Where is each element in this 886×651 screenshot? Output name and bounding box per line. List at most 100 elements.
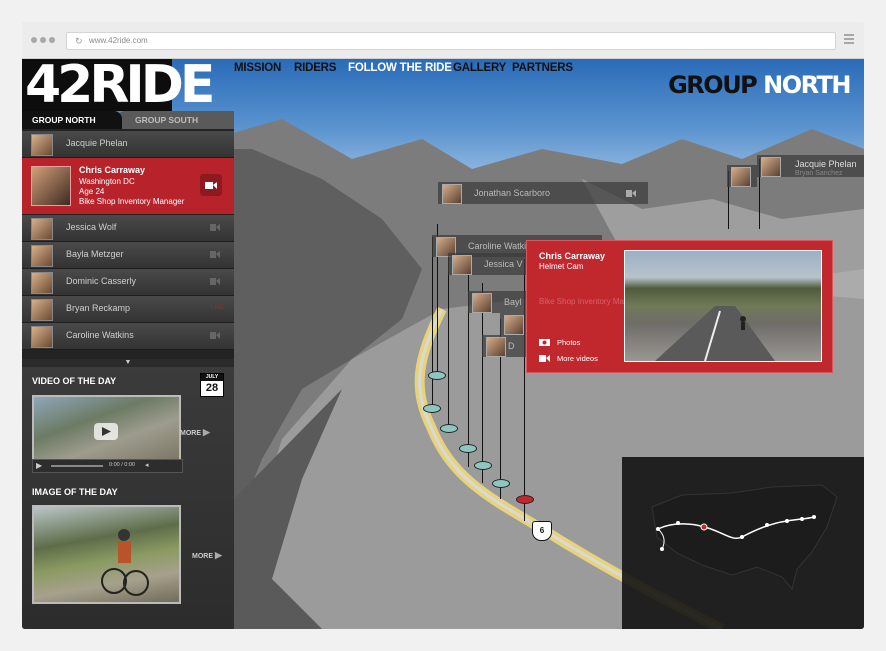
rider-marker[interactable] xyxy=(459,444,477,453)
selected-rider-job: Bike Shop Inventory Manager xyxy=(79,197,185,206)
browser-window: ↻ www.42ride.com 42RIDE MISSION RIDERS F… xyxy=(22,22,864,629)
more-label: MORE xyxy=(180,430,201,437)
map-flag[interactable] xyxy=(727,165,757,187)
rider-row-selected[interactable]: Chris Carraway Washington DC Age 24 Bike… xyxy=(22,158,234,214)
avatar xyxy=(31,218,53,240)
address-bar[interactable]: ↻ www.42ride.com xyxy=(66,32,836,50)
avatar xyxy=(472,293,492,313)
tab-group-north[interactable]: GROUP NORTH xyxy=(22,111,122,129)
arrow-right-icon: ▶ xyxy=(202,427,210,437)
video-camera-icon[interactable] xyxy=(626,190,636,197)
us-map xyxy=(651,484,838,591)
video-camera-icon[interactable] xyxy=(210,224,220,231)
video-player-controls[interactable]: ▶ 0:00 / 0:00 ◂ xyxy=(32,459,183,473)
nav-mission[interactable]: MISSION xyxy=(234,62,281,74)
camera-icon[interactable] xyxy=(539,338,550,346)
scroll-down-icon[interactable]: ▼ xyxy=(22,359,234,367)
group-tabs: GROUP SOUTH GROUP NORTH xyxy=(22,111,234,129)
video-camera-icon[interactable] xyxy=(210,251,220,258)
avatar xyxy=(731,167,751,187)
rider-name: Caroline Watkins xyxy=(66,330,134,340)
video-camera-icon[interactable] xyxy=(210,332,220,339)
rider-list: Jacquie Phelan Chris Carraway Washington… xyxy=(22,129,234,363)
avatar xyxy=(31,134,53,156)
rider-row[interactable]: Bryan Reckamp LIVE xyxy=(22,296,234,323)
nav-riders[interactable]: RIDERS xyxy=(294,62,336,74)
avatar xyxy=(486,337,506,357)
window-dot[interactable] xyxy=(49,37,55,43)
us-route-minimap[interactable] xyxy=(622,457,864,629)
play-button-icon[interactable]: ▶ xyxy=(36,461,42,470)
flag-name: Jacquie Phelan xyxy=(795,159,857,169)
flag-name: Jonathan Scarboro xyxy=(474,188,551,198)
nav-follow-the-ride[interactable]: FOLLOW THE RIDE xyxy=(348,62,452,74)
selected-rider-location: Washington DC xyxy=(79,177,135,186)
rider-marker[interactable] xyxy=(474,461,492,470)
calendar-day: 28 xyxy=(205,382,219,394)
video-camera-button[interactable] xyxy=(200,174,222,196)
rider-marker[interactable] xyxy=(440,424,458,433)
nav-gallery[interactable]: GALLERY xyxy=(453,62,506,74)
video-thumbnail[interactable] xyxy=(32,395,181,469)
avatar xyxy=(761,157,781,177)
rider-row[interactable]: Caroline Watkins xyxy=(22,323,234,350)
flag-name: Jessica V xyxy=(484,259,523,269)
helmet-cam-popup: Chris Carraway Helmet Cam Bike Shop Inve… xyxy=(526,240,833,373)
hamburger-menu-icon[interactable] xyxy=(844,34,854,44)
window-dot[interactable] xyxy=(40,37,46,43)
play-icon[interactable] xyxy=(34,397,179,467)
selected-rider-age: Age 24 xyxy=(79,187,105,196)
volume-icon[interactable]: ◂ xyxy=(145,461,149,469)
rider-row[interactable]: Jacquie Phelan xyxy=(22,131,234,158)
rider-marker[interactable] xyxy=(428,371,446,380)
more-videos-link[interactable]: More videos xyxy=(557,354,598,363)
flag-line xyxy=(482,283,483,483)
nav-partners[interactable]: PARTNERS xyxy=(512,62,573,74)
popup-subtitle: Helmet Cam xyxy=(539,262,584,271)
video-camera-icon[interactable] xyxy=(210,278,220,285)
rider-name: Bayla Metzger xyxy=(66,249,124,259)
rider-row[interactable]: Jessica Wolf xyxy=(22,215,234,242)
page-canvas: 42RIDE MISSION RIDERS FOLLOW THE RIDE GA… xyxy=(22,59,864,629)
window-dot[interactable] xyxy=(31,37,37,43)
helmet-cam-video[interactable] xyxy=(624,250,822,362)
map-flag-jacquie[interactable]: Jacquie Phelan Bryan Sanchez xyxy=(757,155,864,177)
map-flag-d[interactable]: D xyxy=(482,335,526,357)
map-flag-bayla[interactable]: Bayl xyxy=(468,291,526,313)
group-title-word: GROUP xyxy=(668,71,758,99)
rider-name: Dominic Casserly xyxy=(66,276,137,286)
map-flag-jonathan[interactable]: Jonathan Scarboro xyxy=(438,182,648,204)
avatar xyxy=(31,272,53,294)
route-shield-icon: 6 xyxy=(532,521,552,541)
rider-row[interactable]: Bayla Metzger xyxy=(22,242,234,269)
reload-icon[interactable]: ↻ xyxy=(75,33,83,49)
group-title-name: NORTH xyxy=(763,71,851,99)
tab-group-south[interactable]: GROUP SOUTH xyxy=(117,111,234,129)
rider-name: Bryan Reckamp xyxy=(66,303,131,313)
video-more-link[interactable]: MORE ▶ xyxy=(180,427,210,438)
rider-marker[interactable] xyxy=(423,404,441,413)
rider-marker[interactable] xyxy=(492,479,510,488)
rider-name: Jessica Wolf xyxy=(66,222,117,232)
video-time: 0:00 / 0:00 xyxy=(109,462,135,468)
video-of-day-title: VIDEO OF THE DAY xyxy=(32,376,117,386)
avatar xyxy=(31,245,53,267)
url-text: www.42ride.com xyxy=(89,36,148,45)
flag-name: Bayl xyxy=(504,297,522,307)
map-flag[interactable] xyxy=(500,313,526,335)
flag-name: Bryan Sanchez xyxy=(795,170,843,177)
rider-row[interactable]: Dominic Casserly xyxy=(22,269,234,296)
avatar xyxy=(442,184,462,204)
avatar xyxy=(31,299,53,321)
rider-marker-selected[interactable] xyxy=(516,495,534,504)
avatar xyxy=(31,166,71,206)
cyclist-photo xyxy=(101,529,149,596)
video-camera-icon[interactable] xyxy=(539,354,550,362)
image-more-link[interactable]: MORE ▶ xyxy=(192,550,222,561)
rider-name: Jacquie Phelan xyxy=(66,138,128,148)
live-status: LIVE xyxy=(210,305,224,311)
site-logo[interactable]: 42RIDE xyxy=(22,59,215,115)
photos-link[interactable]: Photos xyxy=(557,338,580,347)
image-thumbnail[interactable] xyxy=(32,505,181,604)
progress-track[interactable] xyxy=(51,465,103,467)
